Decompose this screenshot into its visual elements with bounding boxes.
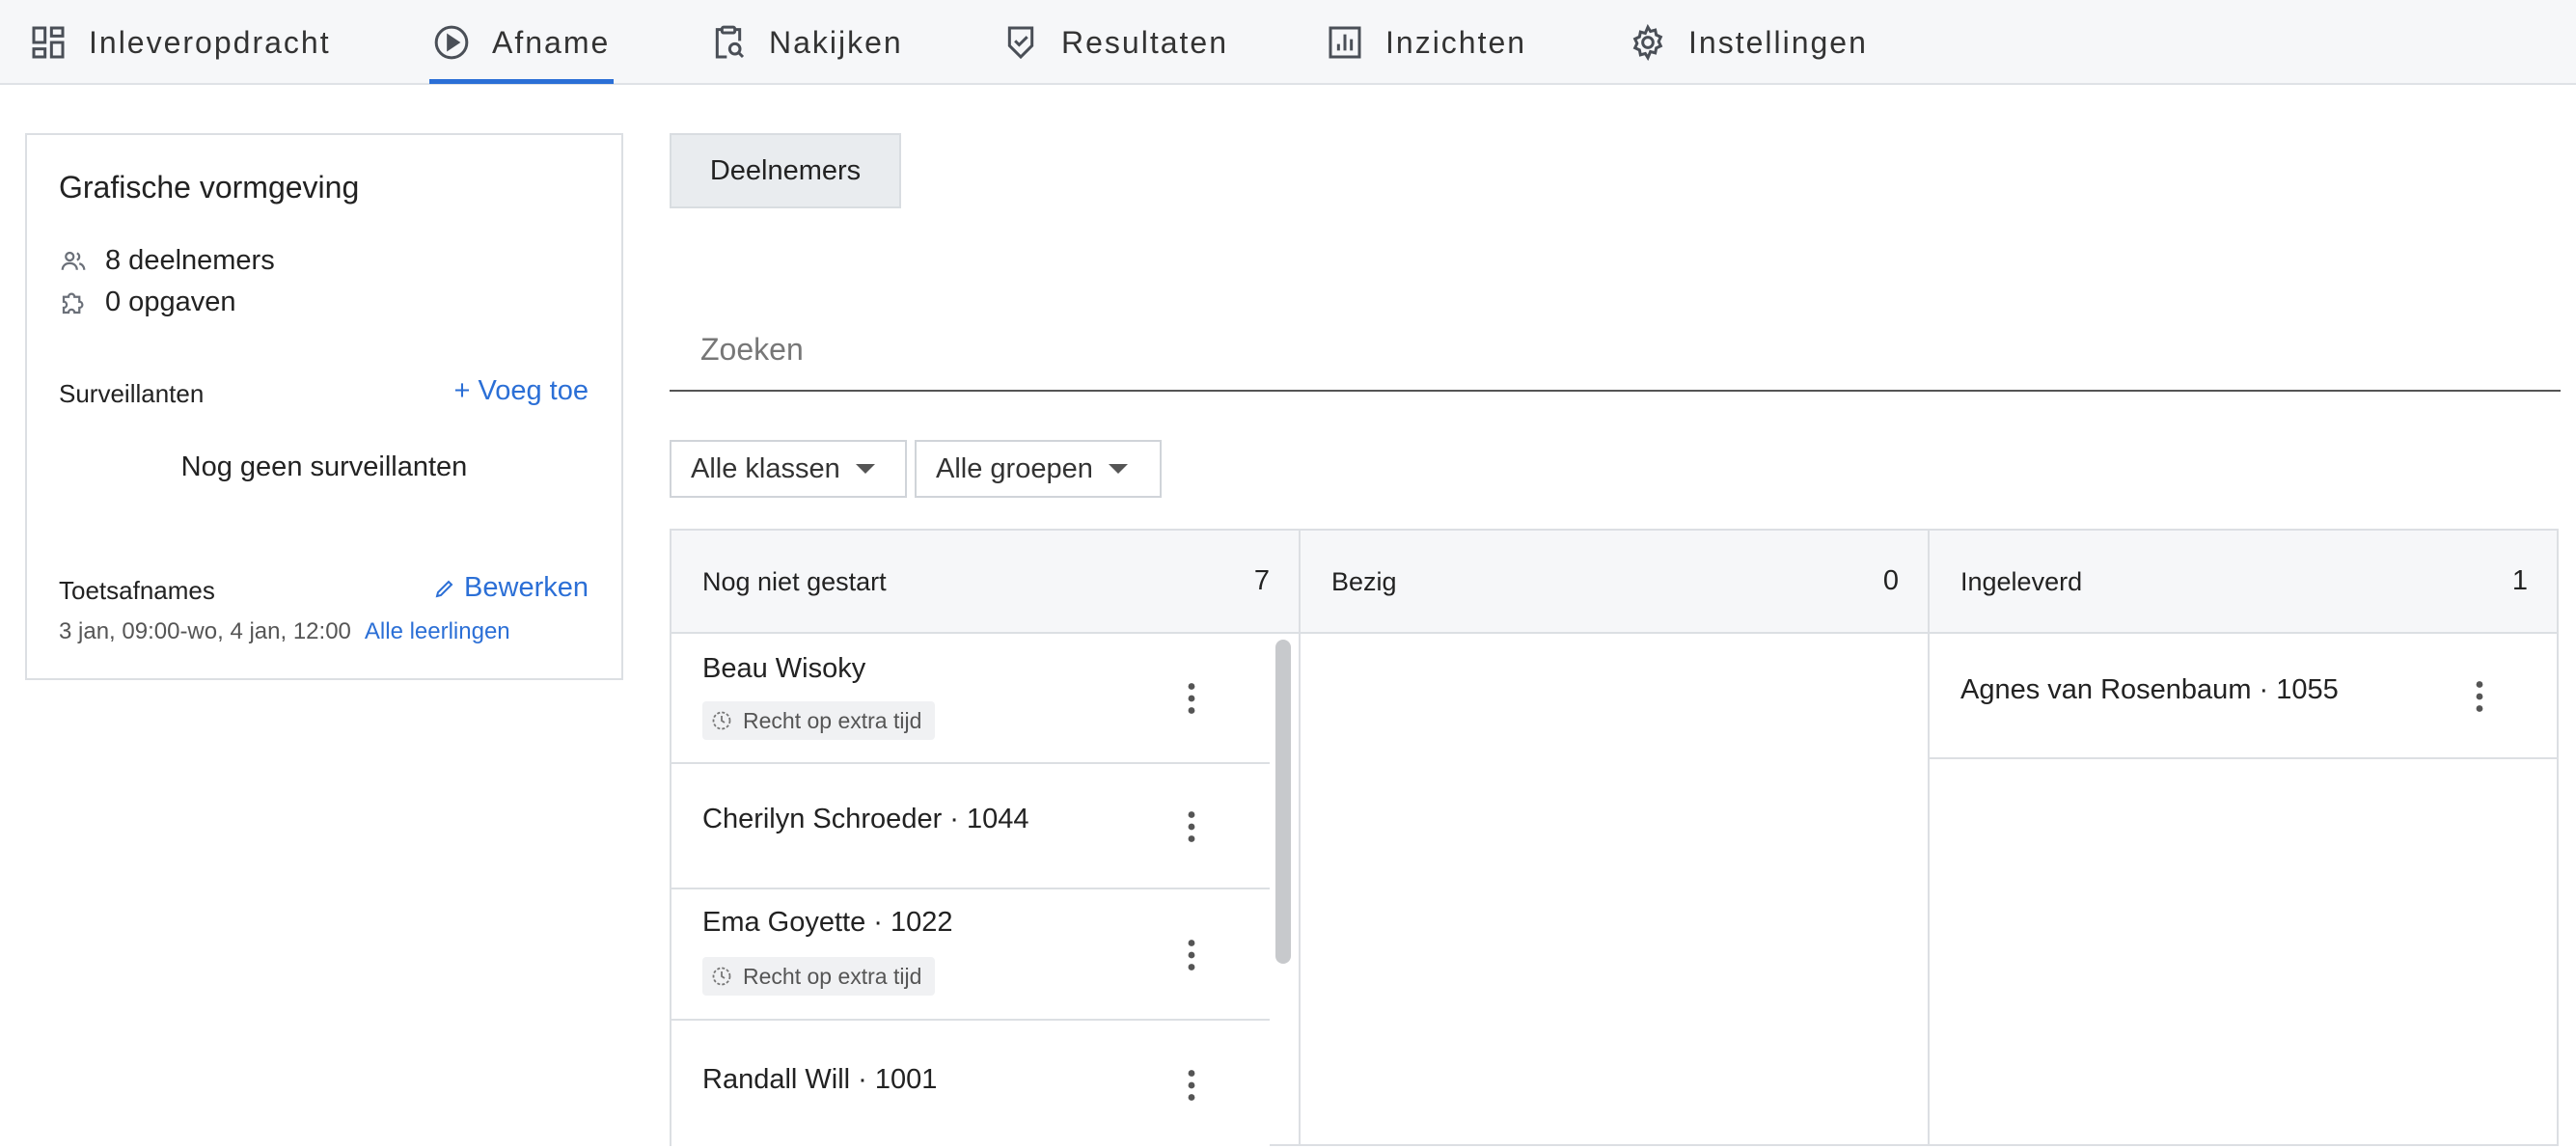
- student-name: Ema Goyette · 1022: [702, 907, 953, 938]
- column-count: 1: [2511, 565, 2528, 596]
- top-navigation: Inleveropdracht Afname Nakijken Resultat…: [0, 0, 2576, 85]
- tab-label: Inzichten: [1385, 24, 1527, 60]
- column-submitted: Ingeleverd 1 Agnes van Rosenbaum · 1055: [1928, 529, 2559, 1146]
- column-count: 7: [1253, 565, 1270, 596]
- group-filter-dropdown[interactable]: Alle groepen: [915, 440, 1162, 498]
- tab-label: Resultaten: [1061, 24, 1228, 60]
- badge-text: Recht op extra tijd: [743, 963, 922, 989]
- class-filter-value: Alle klassen: [691, 452, 840, 484]
- student-card[interactable]: Beau Wisoky Recht op extra tijd: [671, 634, 1270, 764]
- student-card[interactable]: Cherilyn Schroeder · 1044: [671, 764, 1270, 889]
- more-options-icon[interactable]: [1172, 674, 1211, 723]
- play-circle-icon: [432, 23, 471, 62]
- column-scrollbar[interactable]: [1275, 640, 1291, 964]
- more-options-icon[interactable]: [1172, 931, 1211, 979]
- tab-label: Inleveropdracht: [89, 24, 331, 60]
- tab-label: Afname: [492, 24, 611, 60]
- tab-resultaten[interactable]: Resultaten: [1001, 0, 1228, 85]
- column-header: Ingeleverd 1: [1930, 531, 2557, 634]
- people-icon: [59, 247, 88, 276]
- student-card[interactable]: Randall Will · 1001: [671, 1021, 1270, 1148]
- group-filter-value: Alle groepen: [936, 452, 1093, 484]
- clipboard-search-icon: [709, 23, 748, 62]
- student-name: Agnes van Rosenbaum · 1055: [1960, 674, 2339, 705]
- tab-inleveropdracht[interactable]: Inleveropdracht: [29, 0, 331, 85]
- student-card[interactable]: Ema Goyette · 1022 Recht op extra tijd: [671, 889, 1270, 1021]
- extra-time-badge: Recht op extra tijd: [702, 701, 936, 740]
- tab-instellingen[interactable]: Instellingen: [1629, 0, 1868, 85]
- tab-afname[interactable]: Afname: [432, 0, 610, 85]
- badge-text: Recht op extra tijd: [743, 707, 922, 733]
- bar-chart-icon: [1326, 23, 1364, 62]
- student-card[interactable]: Agnes van Rosenbaum · 1055: [1930, 634, 2557, 759]
- test-info-card: Grafische vormgeving 8 deelnemers 0 opga…: [25, 133, 623, 680]
- column-title: Bezig: [1331, 567, 1397, 596]
- puzzle-icon: [59, 288, 88, 317]
- class-filter-dropdown[interactable]: Alle klassen: [670, 440, 907, 498]
- column-in-progress: Bezig 0: [1299, 529, 1930, 1146]
- edit-sessions-button[interactable]: Bewerken: [433, 572, 589, 604]
- tab-inzichten[interactable]: Inzichten: [1326, 0, 1526, 85]
- tab-label: Instellingen: [1688, 24, 1868, 60]
- more-options-icon[interactable]: [2460, 672, 2499, 721]
- shield-check-icon: [1001, 23, 1040, 62]
- add-supervisor-button[interactable]: + Voeg toe: [454, 375, 589, 407]
- gear-icon: [1629, 23, 1667, 62]
- all-students-link[interactable]: Alle leerlingen: [365, 618, 510, 644]
- sessions-label: Toetsafnames: [59, 576, 215, 605]
- tasks-text: 0 opgaven: [105, 287, 236, 317]
- chevron-down-icon: [1108, 464, 1128, 474]
- edit-label: Bewerken: [464, 572, 589, 603]
- tasks-count: 0 opgaven: [59, 287, 235, 318]
- no-supervisors-note: Nog geen surveillanten: [180, 451, 468, 482]
- column-header: Nog niet gestart 7: [671, 531, 1299, 634]
- participants-text: 8 deelnemers: [105, 245, 275, 276]
- tab-nakijken[interactable]: Nakijken: [709, 0, 903, 85]
- column-count: 0: [1882, 565, 1899, 596]
- extra-time-badge: Recht op extra tijd: [702, 957, 936, 996]
- more-options-icon[interactable]: [1172, 803, 1211, 851]
- more-options-icon[interactable]: [1172, 1061, 1211, 1109]
- column-header: Bezig 0: [1301, 531, 1928, 634]
- session-time: 3 jan, 09:00-wo, 4 jan, 12:00: [59, 618, 351, 644]
- chevron-down-icon: [855, 464, 875, 474]
- clock-icon: [710, 709, 733, 732]
- student-name: Beau Wisoky: [702, 653, 866, 684]
- supervisors-label: Surveillanten: [59, 379, 205, 408]
- tab-label: Nakijken: [769, 24, 903, 60]
- student-name: Cherilyn Schroeder · 1044: [702, 804, 1029, 834]
- student-name: Randall Will · 1001: [702, 1064, 938, 1095]
- participants-segment-button[interactable]: Deelnemers: [670, 133, 901, 208]
- search-input[interactable]: [670, 309, 2561, 392]
- pencil-icon: [433, 577, 456, 600]
- test-title: Grafische vormgeving: [59, 170, 360, 205]
- session-schedule: 3 jan, 09:00-wo, 4 jan, 12:00 Alle leerli…: [59, 618, 510, 645]
- active-tab-indicator: [429, 79, 614, 84]
- clock-icon: [710, 965, 733, 988]
- column-title: Nog niet gestart: [702, 567, 887, 596]
- column-title: Ingeleverd: [1960, 567, 2083, 596]
- column-not-started: Nog niet gestart 7 Beau Wisoky Recht op …: [670, 529, 1301, 1148]
- participants-count: 8 deelnemers: [59, 245, 275, 277]
- dashboard-grid-icon: [29, 23, 68, 62]
